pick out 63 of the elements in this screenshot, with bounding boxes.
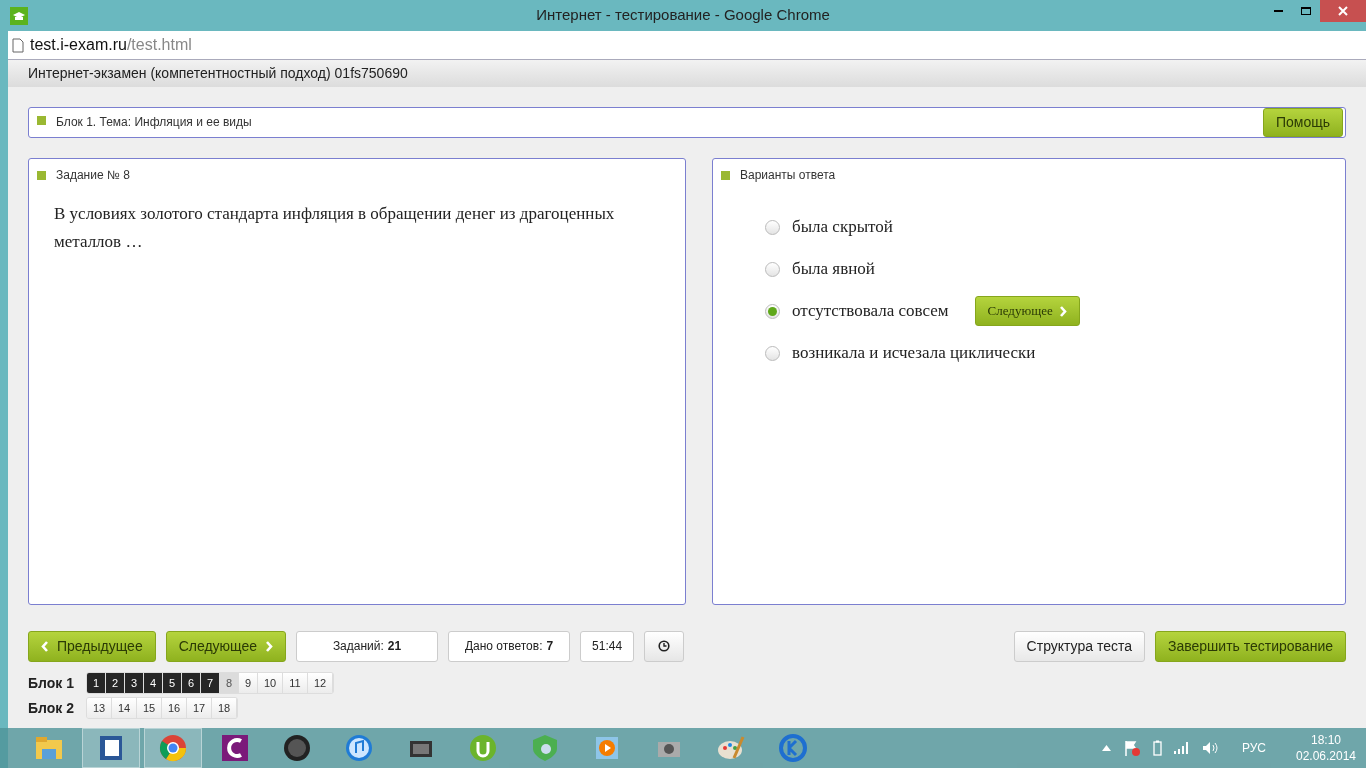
- question-number-button[interactable]: 5: [163, 673, 182, 693]
- bullet-icon: [37, 116, 46, 125]
- answer-label: возникала и исчезала циклически: [792, 342, 1036, 365]
- help-button[interactable]: Помощь: [1262, 108, 1343, 137]
- url-text: test.i-exam.ru/test.html: [30, 35, 192, 55]
- question-number-button[interactable]: 18: [212, 698, 237, 718]
- question-number-button[interactable]: 8: [220, 673, 239, 693]
- question-number-button[interactable]: 14: [112, 698, 137, 718]
- signal-icon[interactable]: [1173, 742, 1190, 754]
- caret-up-icon[interactable]: [1101, 745, 1111, 751]
- tasks-counter: Заданий: 21: [296, 630, 439, 662]
- question-number-button[interactable]: 10: [258, 673, 283, 693]
- answer-label: была явной: [792, 258, 875, 281]
- radio-button[interactable]: [765, 303, 780, 319]
- question-number-button[interactable]: 13: [87, 698, 112, 718]
- question-number-button[interactable]: 17: [187, 698, 212, 718]
- next-button[interactable]: Следующее: [974, 296, 1080, 326]
- block-label: Блок 2: [28, 698, 75, 718]
- flag-icon[interactable]: [1122, 739, 1141, 757]
- answer-label: была скрытой: [792, 216, 893, 239]
- question-number-button[interactable]: 6: [182, 673, 201, 693]
- radio-button[interactable]: [765, 261, 780, 277]
- question-text: В условиях золотого стандарта инфляция в обращении денег из драгоценных металлов …: [53, 203, 616, 253]
- question-number-button[interactable]: 11: [283, 673, 308, 693]
- panel-title: Задание № 8: [56, 167, 130, 184]
- panel-title: Варианты ответа: [740, 167, 836, 184]
- structure-button[interactable]: Структура теста: [1013, 630, 1145, 662]
- page-icon: [12, 37, 24, 53]
- question-number-button[interactable]: 16: [162, 698, 187, 718]
- battery-icon[interactable]: [1152, 740, 1162, 756]
- next-button[interactable]: Следующее: [165, 630, 287, 662]
- exam-title: Интернет-экзамен (компетентностный подход) 01fs750690: [28, 64, 408, 83]
- question-number-button[interactable]: 15: [137, 698, 162, 718]
- close-button[interactable]: [1320, 0, 1366, 22]
- chevron-right-icon: [265, 640, 274, 652]
- question-number-button[interactable]: 1: [87, 673, 106, 693]
- previous-button[interactable]: Предыдущее: [28, 630, 156, 662]
- answer-label: отсутствовала совсем: [792, 300, 949, 323]
- question-number-button[interactable]: 4: [144, 673, 163, 693]
- question-number-button[interactable]: 7: [201, 673, 220, 693]
- clock-button[interactable]: [644, 630, 685, 662]
- address-bar[interactable]: test.i-exam.ru/test.html: [8, 31, 1366, 60]
- document-app-icon[interactable]: [82, 728, 140, 768]
- block-label: Блок 1: [28, 673, 75, 693]
- radio-button[interactable]: [765, 219, 780, 235]
- question-number-button[interactable]: 12: [308, 673, 333, 693]
- question-number-button[interactable]: 9: [239, 673, 258, 693]
- chevron-right-icon: [1058, 305, 1067, 317]
- answers-counter: Дано ответов: 7: [448, 630, 571, 662]
- timer: 51:44: [580, 630, 635, 662]
- close-icon: [1338, 6, 1348, 16]
- chevron-left-icon: [41, 640, 49, 652]
- question-number-button[interactable]: 2: [106, 673, 125, 693]
- block-title: Блок 1. Тема: Инфляция и ее виды: [56, 114, 252, 131]
- radio-button[interactable]: [765, 345, 780, 361]
- bullet-icon: [37, 170, 46, 180]
- speaker-icon[interactable]: [1201, 741, 1220, 755]
- question-number-button[interactable]: 3: [125, 673, 144, 693]
- window-title: Интернет - тестирование - Google Chrome: [536, 5, 830, 26]
- app-icon: [10, 6, 28, 25]
- bullet-icon: [721, 170, 730, 180]
- finish-button[interactable]: Завершить тестирование: [1155, 630, 1346, 662]
- clock-icon: [658, 640, 671, 652]
